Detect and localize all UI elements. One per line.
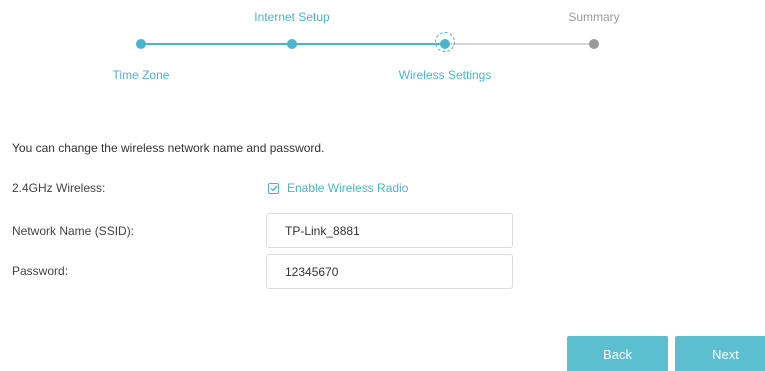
step-dot-summary — [589, 39, 599, 49]
enable-wireless-radio-checkbox[interactable] — [268, 182, 279, 194]
step-dot-wireless-settings — [440, 39, 450, 49]
step-label-time-zone: Time Zone — [112, 68, 170, 82]
back-button[interactable]: Back — [567, 336, 668, 371]
ssid-input[interactable] — [266, 213, 513, 248]
next-button[interactable]: Next — [675, 336, 765, 371]
password-label: Password: — [12, 264, 69, 278]
password-input[interactable] — [266, 254, 513, 289]
wireless-settings-page: Internet Setup Summary Time Zone Wireles… — [0, 0, 765, 371]
progress-track-pending — [445, 43, 594, 45]
step-label-wireless-settings: Wireless Settings — [398, 68, 492, 82]
enable-wireless-radio-label: Enable Wireless Radio — [287, 181, 409, 195]
ssid-label: Network Name (SSID): — [12, 224, 135, 238]
wizard-stepper: Internet Setup Summary Time Zone Wireles… — [0, 0, 765, 90]
step-dot-internet-setup — [287, 39, 297, 49]
wireless-band-label: 2.4GHz Wireless: — [12, 181, 106, 195]
enable-wireless-radio-toggle[interactable]: Enable Wireless Radio — [268, 181, 408, 195]
step-dot-time-zone — [136, 39, 146, 49]
check-icon — [270, 185, 278, 192]
step-label-summary: Summary — [568, 10, 620, 24]
intro-text: You can change the wireless network name… — [12, 141, 325, 155]
step-label-internet-setup: Internet Setup — [254, 10, 330, 24]
